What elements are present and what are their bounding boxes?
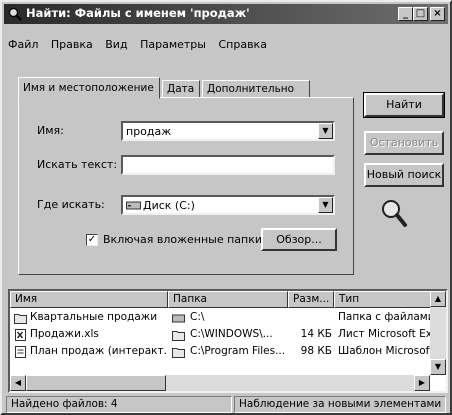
excel-file-icon [15,329,26,341]
magnifier-icon [382,200,407,227]
title-bar[interactable]: Найти: Файлы с именем 'продаж' _ □ × [4,4,448,24]
result-row[interactable]: Продажи.xls C:\WINDOWS\... 14 КБ Лист Mi… [10,327,434,344]
drive-icon [126,201,141,210]
find-files-window: Найти: Файлы с именем 'продаж' _ □ × Фай… [0,0,452,415]
search-criteria-panel: Имя: продаж ▼ Искать текст: Где искать: … [18,97,354,275]
look-in-combobox[interactable]: Диск (C:) ▼ [121,195,335,215]
name-value: продаж [126,125,172,138]
scroll-up-button[interactable]: ▲ [430,291,446,307]
window-title: Найти: Файлы с именем 'продаж' [26,6,250,20]
scroll-thumb[interactable] [26,375,166,391]
name-label: Имя: [37,124,64,137]
result-row[interactable]: Квартальные продажи C:\ Папка с файлами [10,310,434,327]
menu-view[interactable]: Вид [101,38,131,51]
horizontal-scrollbar[interactable]: ◀ ▶ [10,375,430,391]
subfolders-checkbox[interactable]: ✓ [86,234,98,246]
column-header-type[interactable]: Тип [334,291,434,308]
tab-name-location[interactable]: Имя и местоположение [18,77,160,99]
result-folder: C:\ [190,311,205,323]
browse-button[interactable]: Обзор... [261,228,337,251]
column-header-name[interactable]: Имя [10,291,168,308]
menu-bar: Файл Правка Вид Параметры Справка [4,38,272,56]
new-search-button[interactable]: Новый поиск [364,163,444,187]
result-name: План продаж (интеракт... [30,345,166,357]
result-row[interactable]: План продаж (интеракт... C:\Program File… [10,344,434,361]
scroll-left-button[interactable]: ◀ [10,375,26,391]
status-monitoring: Наблюдение за новыми элементами [234,396,446,413]
result-type: Шаблон Microsoft F [338,345,434,357]
result-name: Квартальные продажи [30,311,158,323]
look-in-value: Диск (C:) [143,199,195,212]
folder-icon [14,314,27,324]
result-size: 14 КБ [300,328,332,340]
search-app-icon [8,7,22,21]
vertical-scrollbar[interactable]: ▲ ▼ [430,291,446,375]
result-type: Лист Microsoft Exc [338,328,434,340]
menu-help[interactable]: Справка [214,38,270,51]
menu-options[interactable]: Параметры [136,38,210,51]
minimize-button[interactable]: _ [398,7,413,21]
scroll-right-button[interactable]: ▶ [414,375,430,391]
text-label: Искать текст: [37,158,118,171]
scroll-down-button[interactable]: ▼ [430,359,446,375]
tab-date[interactable]: Дата [162,80,200,98]
drive-icon [172,314,185,323]
maximize-button[interactable]: □ [413,7,428,21]
where-label: Где искать: [37,198,105,211]
template-file-icon [15,346,26,358]
result-folder: C:\Program Files... [190,345,286,357]
menu-file[interactable]: Файл [4,38,42,51]
name-dropdown-button[interactable]: ▼ [318,123,333,139]
folder-icon [172,331,185,341]
stop-button[interactable]: Остановить [364,131,444,155]
close-button[interactable]: × [430,7,445,21]
search-text-input[interactable] [121,155,335,175]
column-header-size[interactable]: Разм... [288,291,334,308]
results-list[interactable]: Имя Папка Разм... Тип Квартальные продаж… [8,289,448,393]
result-size: 98 КБ [300,345,332,357]
result-name: Продажи.xls [30,328,99,340]
name-combobox[interactable]: продаж ▼ [121,121,335,141]
status-found-count: Найдено файлов: 4 [6,396,232,413]
column-header-folder[interactable]: Папка [168,291,288,308]
status-bar: Найдено файлов: 4 Наблюдение за новыми э… [4,396,448,414]
look-in-dropdown-button[interactable]: ▼ [318,197,333,213]
menu-edit[interactable]: Правка [47,38,97,51]
result-type: Папка с файлами [338,311,434,323]
find-now-button[interactable]: Найти [363,92,445,118]
tab-advanced[interactable]: Дополнительно [202,80,310,98]
subfolders-label: Включая вложенные папки [103,233,263,246]
result-folder: C:\WINDOWS\... [190,328,273,340]
folder-icon [172,348,185,358]
